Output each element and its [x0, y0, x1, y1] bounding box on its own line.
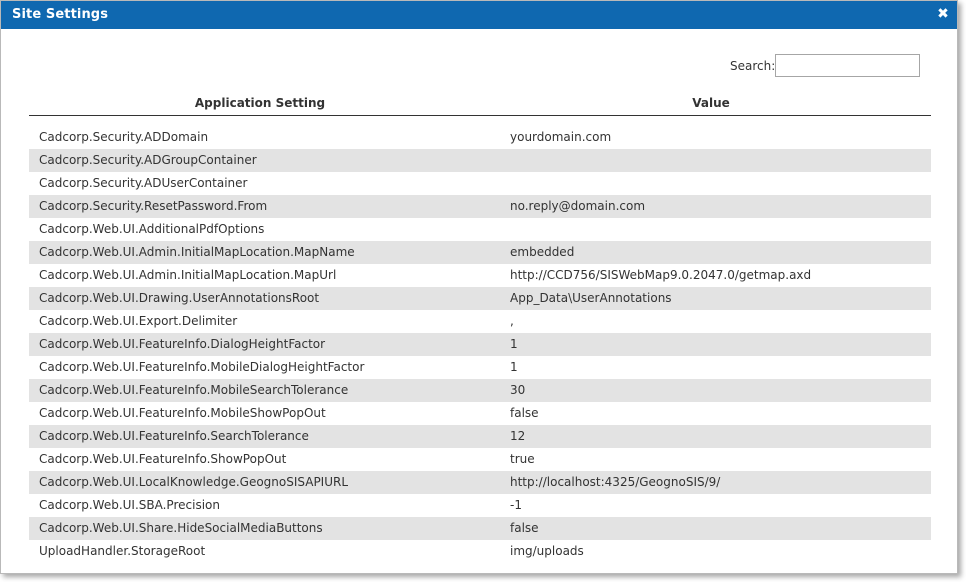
setting-value-cell[interactable] [510, 172, 931, 195]
setting-name-cell: Cadcorp.Web.UI.Export.Delimiter [39, 314, 238, 328]
table-row[interactable]: Cadcorp.Web.UI.FeatureInfo.SearchToleran… [29, 425, 931, 448]
setting-value-cell[interactable] [510, 218, 931, 241]
table-row[interactable]: Cadcorp.Web.UI.SBA.Precision -1 [29, 494, 931, 517]
setting-value-cell[interactable]: App_Data\UserAnnotations [510, 287, 931, 310]
setting-value-cell[interactable]: no.reply@domain.com [510, 195, 931, 218]
setting-name-cell: Cadcorp.Web.UI.SBA.Precision [39, 498, 220, 512]
column-header-value[interactable]: Value [491, 91, 931, 115]
setting-value-cell[interactable]: true [510, 448, 931, 471]
table-row[interactable]: Cadcorp.Web.UI.FeatureInfo.MobileShowPop… [29, 402, 931, 425]
table-row[interactable]: Cadcorp.Security.ADGroupContainer [29, 149, 931, 172]
table-row[interactable]: Cadcorp.Web.UI.FeatureInfo.MobileDialogH… [29, 356, 931, 379]
table-row[interactable]: Cadcorp.Security.ADDomain yourdomain.com [29, 126, 931, 149]
setting-value-cell[interactable]: -1 [510, 494, 931, 517]
table-header: Application Setting Value [29, 91, 931, 116]
setting-value-cell[interactable]: false [510, 402, 931, 425]
table-row[interactable]: Cadcorp.Web.UI.AdditionalPdfOptions [29, 218, 931, 241]
setting-value-cell[interactable]: http://CCD756/SISWebMap9.0.2047.0/getmap… [510, 264, 931, 287]
table-row[interactable]: Cadcorp.Web.UI.LocalKnowledge.GeognoSISA… [29, 471, 931, 494]
setting-name-cell: Cadcorp.Web.UI.FeatureInfo.DialogHeightF… [39, 337, 326, 351]
setting-name-cell: Cadcorp.Web.UI.AdditionalPdfOptions [39, 222, 265, 236]
setting-name-cell: Cadcorp.Security.ResetPassword.From [39, 199, 268, 213]
search-area: Search: [730, 54, 921, 77]
setting-value-cell[interactable]: http://localhost:4325/GeognoSIS/9/ [510, 471, 931, 494]
table-row[interactable]: UploadHandler.StorageRoot img/uploads [29, 540, 931, 563]
table-row[interactable]: Cadcorp.Web.UI.Admin.InitialMapLocation.… [29, 264, 931, 287]
setting-name-cell: Cadcorp.Security.ADUserContainer [39, 176, 248, 190]
setting-name-cell: Cadcorp.Web.UI.FeatureInfo.ShowPopOut [39, 452, 287, 466]
setting-value-cell[interactable]: yourdomain.com [510, 126, 931, 149]
setting-value-cell[interactable]: 12 [510, 425, 931, 448]
setting-value-cell[interactable]: 1 [510, 333, 931, 356]
column-header-application-setting[interactable]: Application Setting [29, 91, 491, 115]
table-body: Cadcorp.Security.ADDomain yourdomain.com C… [29, 126, 931, 563]
table-row[interactable]: Cadcorp.Security.ResetPassword.From no.re… [29, 195, 931, 218]
setting-value-cell[interactable]: false [510, 517, 931, 540]
setting-name-cell: Cadcorp.Web.UI.LocalKnowledge.GeognoSISA… [39, 475, 349, 489]
setting-name-cell: Cadcorp.Web.UI.FeatureInfo.MobileShowPop… [39, 406, 326, 420]
table-row[interactable]: Cadcorp.Web.UI.FeatureInfo.MobileSearchT… [29, 379, 931, 402]
setting-name-cell: Cadcorp.Security.ADGroupContainer [39, 153, 257, 167]
setting-value-cell[interactable] [510, 149, 931, 172]
setting-name-cell: Cadcorp.Web.UI.FeatureInfo.MobileSearchT… [39, 383, 349, 397]
setting-value-cell[interactable]: img/uploads [510, 540, 931, 563]
setting-name-cell: Cadcorp.Security.ADDomain [39, 130, 209, 144]
search-label: Search: [730, 58, 776, 73]
setting-value-cell[interactable]: 1 [510, 356, 931, 379]
site-settings-dialog: Site Settings ✖ Search: Application Sett… [0, 0, 958, 574]
dialog-titlebar[interactable]: Site Settings ✖ [1, 1, 957, 29]
close-icon[interactable]: ✖ [936, 6, 950, 22]
table-row[interactable]: Cadcorp.Web.UI.Export.Delimiter, [29, 310, 931, 333]
search-input[interactable] [775, 54, 921, 77]
setting-value-cell[interactable]: 30 [510, 379, 931, 402]
setting-value-cell[interactable]: , [510, 310, 931, 333]
setting-name-cell: Cadcorp.Web.UI.Admin.InitialMapLocation.… [39, 245, 355, 259]
setting-name-cell: Cadcorp.Web.UI.FeatureInfo.MobileDialogH… [39, 360, 365, 374]
table-row[interactable]: Cadcorp.Web.UI.FeatureInfo.DialogHeightF… [29, 333, 931, 356]
table-row[interactable]: Cadcorp.Web.UI.Share.HideSocialMediaButt… [29, 517, 931, 540]
setting-name-cell: Cadcorp.Web.UI.Drawing.UserAnnotationsRo… [39, 291, 320, 305]
setting-name-cell: Cadcorp.Web.UI.FeatureInfo.SearchToleran… [39, 429, 309, 443]
setting-name-cell: Cadcorp.Web.UI.Share.HideSocialMediaButt… [39, 521, 323, 535]
table-row[interactable]: Cadcorp.Web.UI.Admin.InitialMapLocation.… [29, 241, 931, 264]
settings-table: Application Setting Value Cadcorp.Securi… [29, 91, 931, 563]
setting-name-cell: UploadHandler.StorageRoot [39, 544, 206, 558]
setting-value-cell[interactable]: embedded [510, 241, 931, 264]
setting-name-cell: Cadcorp.Web.UI.Admin.InitialMapLocation.… [39, 268, 337, 282]
table-row[interactable]: Cadcorp.Web.UI.Drawing.UserAnnotationsRo… [29, 287, 931, 310]
dialog-title: Site Settings [12, 7, 109, 22]
table-row[interactable]: Cadcorp.Security.ADUserContainer [29, 172, 931, 195]
table-row[interactable]: Cadcorp.Web.UI.FeatureInfo.ShowPopOut tru… [29, 448, 931, 471]
